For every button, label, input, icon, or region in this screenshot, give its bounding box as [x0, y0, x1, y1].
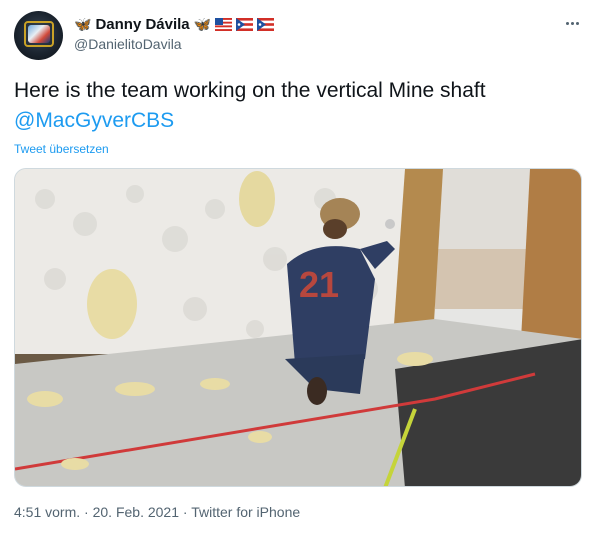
butterfly-emoji-icon: 🦋 [74, 16, 92, 32]
dot [570, 21, 574, 25]
display-name[interactable]: Danny Dávila [95, 16, 189, 33]
tweet-card: 🦋 Danny Dávila 🦋 @DanielitoDavila Here i… [0, 0, 596, 534]
translate-tweet-link[interactable]: Tweet übersetzen [14, 142, 109, 156]
tweet-time[interactable]: 4:51 vorm. [14, 504, 80, 520]
tweet-date[interactable]: 20. Feb. 2021 [93, 504, 179, 520]
puerto-rico-flag-icon [257, 17, 275, 31]
dot [575, 21, 579, 25]
avatar[interactable] [14, 11, 63, 60]
user-handle[interactable]: @DanielitoDavila [74, 36, 182, 52]
separator: · [84, 504, 89, 520]
avatar-picture [28, 25, 50, 43]
tweet-source[interactable]: Twitter for iPhone [191, 504, 300, 520]
tweet-media-video[interactable]: 21 [14, 168, 582, 487]
name-row: 🦋 Danny Dávila 🦋 [74, 14, 275, 34]
tweet-body: Here is the team working on the vertical… [14, 79, 486, 102]
butterfly-emoji-icon: 🦋 [193, 16, 212, 32]
puerto-rico-flag-icon [236, 17, 254, 31]
tweet-text: Here is the team working on the vertical… [14, 76, 582, 136]
more-dots-icon[interactable] [560, 14, 584, 32]
separator: · [182, 504, 188, 520]
mention-link[interactable]: @MacGyverCBS [14, 106, 582, 136]
media-scene: 21 [15, 169, 581, 486]
jersey-number: 21 [299, 264, 339, 305]
tweet-meta: 4:51 vorm. · 20. Feb. 2021 · Twitter for… [14, 504, 300, 520]
us-flag-icon [215, 17, 233, 31]
dot [565, 21, 569, 25]
